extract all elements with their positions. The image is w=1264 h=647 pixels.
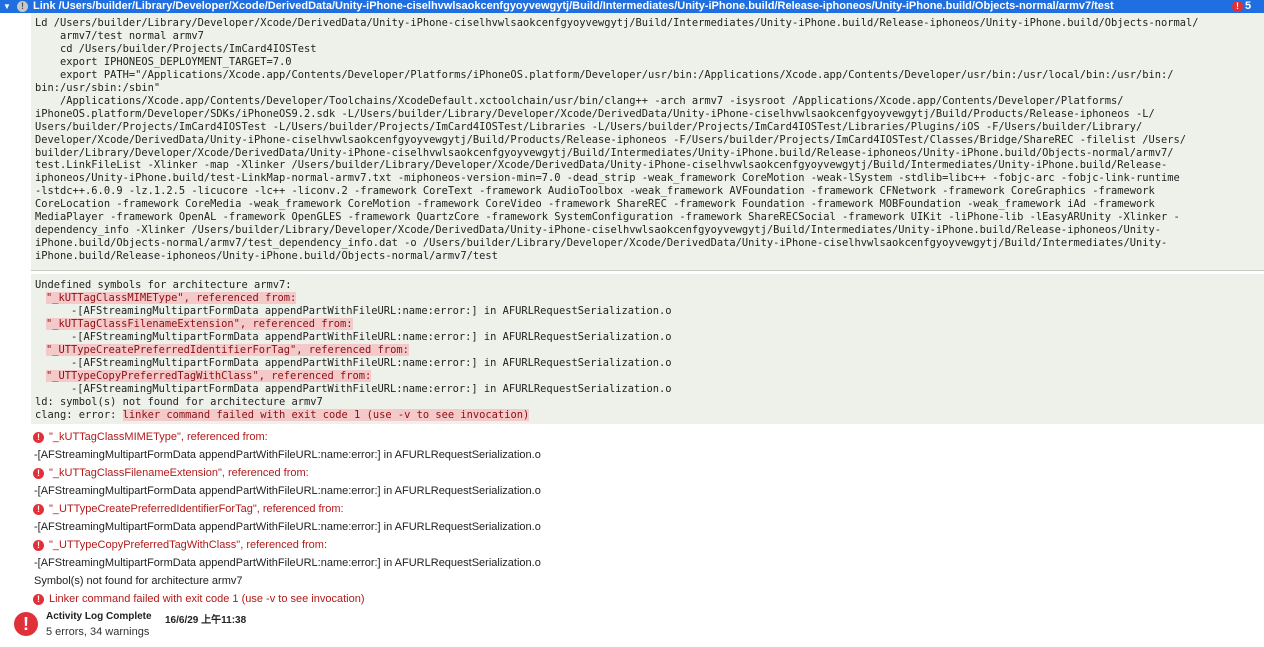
issue-text: -[AFStreamingMultipartFormData appendPar… — [34, 557, 541, 569]
clang-prefix: clang: error: — [35, 409, 123, 421]
issue-error-row[interactable]: ! "_kUTTagClassFilenameExtension", refere… — [33, 464, 309, 482]
issue-text: "_UTTypeCreatePreferredIdentifierForTag"… — [49, 503, 344, 515]
ld-message: ld: symbol(s) not found for architecture… — [35, 396, 323, 408]
error-icon: ! — [33, 539, 44, 551]
symbol-highlight: "_UTTypeCopyPreferredTagWithClass", refe… — [46, 370, 372, 382]
issue-detail-row[interactable]: -[AFStreamingMultipartFormData appendPar… — [34, 482, 541, 500]
error-count: 5 — [1245, 0, 1252, 12]
command-log-line: export IPHONEOS_DEPLOYMENT_TARGET=7.0 — [35, 55, 292, 68]
error-stop-icon: ! — [14, 612, 38, 636]
issue-detail-row[interactable]: -[AFStreamingMultipartFormData appendPar… — [34, 518, 541, 536]
error-icon: ! — [33, 593, 44, 605]
command-log-line: armv7/test normal armv7 — [35, 29, 204, 42]
error-icon: ! — [33, 503, 44, 515]
command-log-line: cd /Users/builder/Projects/ImCard4IOSTes… — [35, 42, 317, 55]
command-log-line: test.LinkFileList -Xlinker -map -Xlinker… — [35, 159, 1168, 172]
symbol-reference: -[AFStreamingMultipartFormData appendPar… — [71, 331, 672, 343]
command-log-line: /Applications/Xcode.app/Contents/Develop… — [35, 94, 1124, 107]
command-log-line: iPhoneOS.platform/Developer/SDKs/iPhoneO… — [35, 107, 1155, 120]
command-log-line: Developer/Xcode/DerivedData/Unity-iPhone… — [35, 133, 1187, 146]
issue-text: "_UTTypeCopyPreferredTagWithClass", refe… — [49, 539, 328, 551]
issue-text: -[AFStreamingMultipartFormData appendPar… — [34, 449, 541, 461]
issue-error-row[interactable]: ! "_kUTTagClassMIMEType", referenced from… — [33, 428, 268, 446]
issue-error-row[interactable]: ! "_UTTypeCopyPreferredTagWithClass", ref… — [33, 536, 327, 554]
build-step-title: Link /Users/builder/Library/Developer/Xc… — [33, 0, 1114, 12]
issue-error-row[interactable]: ! Linker command failed with exit code 1 … — [33, 590, 365, 608]
command-log-line: iPhone.build/Release-iphoneos/Unity-iPho… — [35, 250, 498, 263]
issue-detail-row[interactable]: -[AFStreamingMultipartFormData appendPar… — [34, 554, 541, 572]
activity-log-summary: 5 errors, 34 warnings — [46, 626, 150, 638]
command-log-line: iPhone.build/Objects-normal/armv7/test_d… — [35, 237, 1168, 250]
disclosure-triangle-icon[interactable]: ▼ — [3, 0, 11, 13]
issue-text: Symbol(s) not found for architecture arm… — [34, 575, 243, 587]
command-log-line: bin:/usr/sbin:/sbin" — [35, 81, 161, 94]
symbol-highlight: "_UTTypeCreatePreferredIdentifierForTag"… — [46, 344, 409, 356]
activity-log-title: Activity Log Complete — [46, 611, 152, 622]
symbol-highlight: "_kUTTagClassFilenameExtension", referen… — [46, 318, 353, 330]
activity-log-date: 16/6/29 上午11:38 — [165, 615, 247, 626]
issue-text: "_kUTTagClassFilenameExtension", referen… — [49, 467, 309, 479]
command-log-line: export PATH="/Applications/Xcode.app/Con… — [35, 68, 1174, 81]
command-log-line: iphoneos/Unity-iPhone.build/test-LinkMap… — [35, 172, 1180, 185]
symbol-highlight: "_kUTTagClassMIMEType", referenced from: — [46, 292, 297, 304]
linker-command-log: Ld /Users/builder/Library/Developer/Xcod… — [31, 13, 1264, 271]
undefined-symbols-log: Undefined symbols for architecture armv7… — [31, 274, 1264, 424]
command-log-line: -lstdc++.6.0.9 -lz.1.2.5 -licucore -lc++… — [35, 185, 1155, 198]
issue-text: "_kUTTagClassMIMEType", referenced from: — [49, 431, 268, 443]
command-log-line: MediaPlayer -framework OpenAL -framework… — [35, 211, 1180, 224]
issue-text: -[AFStreamingMultipartFormData appendPar… — [34, 485, 541, 497]
command-log-line: Ld /Users/builder/Library/Developer/Xcod… — [35, 17, 1199, 29]
issue-text: Linker command failed with exit code 1 (… — [49, 593, 365, 605]
issue-detail-row[interactable]: -[AFStreamingMultipartFormData appendPar… — [34, 446, 541, 464]
error-icon: ! — [33, 467, 44, 479]
symbol-reference: -[AFStreamingMultipartFormData appendPar… — [71, 305, 672, 317]
undefined-heading: Undefined symbols for architecture armv7… — [35, 279, 292, 291]
command-log-line: Users/builder/Projects/ImCard4IOSTest -L… — [35, 120, 1143, 133]
error-icon: ! — [33, 431, 44, 443]
command-log-line: CoreLocation -framework CoreMedia -weak_… — [35, 198, 1155, 211]
build-step-title-bar[interactable]: ▼ ! Link /Users/builder/Library/Develope… — [0, 0, 1264, 13]
warning-icon: ! — [17, 1, 28, 12]
error-badge-icon: ! — [1232, 1, 1243, 12]
symbol-reference: -[AFStreamingMultipartFormData appendPar… — [71, 383, 672, 395]
issue-detail-row[interactable]: Symbol(s) not found for architecture arm… — [34, 572, 242, 590]
command-log-line: builder/Library/Developer/Xcode/DerivedD… — [35, 146, 1174, 159]
issue-error-row[interactable]: ! "_UTTypeCreatePreferredIdentifierForTag… — [33, 500, 344, 518]
command-log-line: dependency_info -Xlinker /Users/builder/… — [35, 224, 1162, 237]
symbol-reference: -[AFStreamingMultipartFormData appendPar… — [71, 357, 672, 369]
clang-error-highlight: linker command failed with exit code 1 (… — [122, 409, 530, 421]
issue-text: -[AFStreamingMultipartFormData appendPar… — [34, 521, 541, 533]
